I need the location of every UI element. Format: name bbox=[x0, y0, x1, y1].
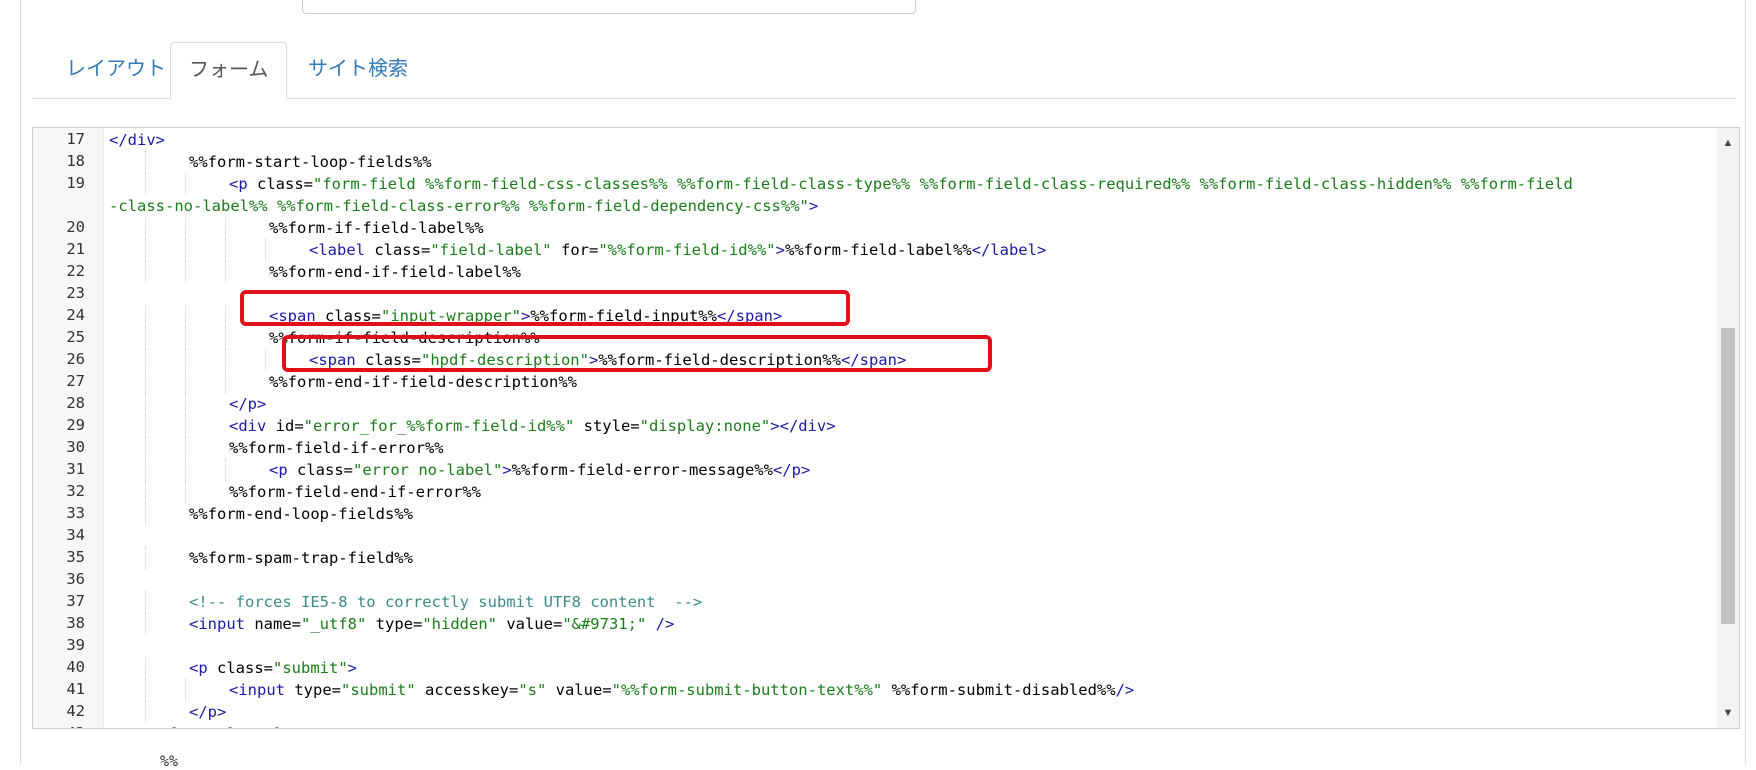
line-number: 22 bbox=[66, 262, 85, 280]
line-number: 37 bbox=[66, 592, 85, 610]
code-line: <input name="_utf8" type="hidden" value=… bbox=[189, 615, 675, 633]
code-line: %%form-end-if-field-label%% bbox=[269, 263, 521, 281]
line-number: 29 bbox=[66, 416, 85, 434]
tab-bar: レイアウト フォーム サイト検索 bbox=[32, 42, 1736, 99]
tab-site-search[interactable]: サイト検索 bbox=[290, 42, 426, 98]
line-number: 18 bbox=[66, 152, 85, 170]
code-line: <label class="field-label" for="%%form-f… bbox=[309, 241, 1047, 259]
line-number: 26 bbox=[66, 350, 85, 368]
code-line: %%form-after-form-content%% bbox=[109, 723, 401, 728]
code-line: <p class="error no-label">%%form-field-e… bbox=[269, 461, 811, 479]
line-number: 23 bbox=[66, 284, 85, 302]
line-number: 38 bbox=[66, 614, 85, 632]
code-area[interactable]: </div> %%form-start-loop-fields%% <p class… bbox=[103, 128, 1709, 728]
line-number: 20 bbox=[66, 218, 85, 236]
code-editor[interactable]: 17 18 19 20 21 22 23 24 25 26 27 28 29 30 31 32 33 34 35 36… bbox=[32, 127, 1740, 729]
code-line: -class-no-label%% %%form-field-class-err… bbox=[109, 197, 819, 215]
tab-layout[interactable]: レイアウト bbox=[48, 42, 184, 98]
line-number: 28 bbox=[66, 394, 85, 412]
line-number: 17 bbox=[66, 130, 85, 148]
line-number: 40 bbox=[66, 658, 85, 676]
line-number: 27 bbox=[66, 372, 85, 390]
scroll-down-arrow-icon[interactable]: ▼ bbox=[1717, 702, 1739, 724]
line-number: 24 bbox=[66, 306, 85, 324]
vertical-scrollbar[interactable]: ▲ ▼ bbox=[1717, 128, 1739, 728]
tab-form[interactable]: フォーム bbox=[170, 42, 288, 99]
line-number: 31 bbox=[66, 460, 85, 478]
code-line: </div> bbox=[109, 131, 166, 149]
code-line: <p class="submit"> bbox=[189, 659, 357, 677]
highlight-box-input-wrapper bbox=[240, 290, 850, 326]
code-line: </p> bbox=[229, 395, 267, 413]
code-line: <div id="error_for_%%form-field-id%%" st… bbox=[229, 417, 836, 435]
line-number: 33 bbox=[66, 504, 85, 522]
scrollbar-thumb[interactable] bbox=[1721, 328, 1735, 624]
below-editor-text: %% bbox=[160, 752, 179, 770]
code-line: %%form-if-field-label%% bbox=[269, 219, 484, 237]
line-number: 34 bbox=[66, 526, 85, 544]
line-number: 42 bbox=[66, 702, 85, 720]
code-line: %%form-start-loop-fields%% bbox=[189, 153, 432, 171]
code-line: %%form-field-end-if-error%% bbox=[229, 483, 481, 501]
line-number: 19 bbox=[66, 174, 85, 192]
code-line: %%form-spam-trap-field%% bbox=[189, 549, 413, 567]
line-number-gutter: 17 18 19 20 21 22 23 24 25 26 27 28 29 30 31 32 33 34 35 36… bbox=[33, 128, 104, 728]
line-number: 32 bbox=[66, 482, 85, 500]
line-number: 21 bbox=[66, 240, 85, 258]
line-number: 43 bbox=[66, 724, 85, 728]
line-number: 41 bbox=[66, 680, 85, 698]
line-number: 35 bbox=[66, 548, 85, 566]
line-number: 36 bbox=[66, 570, 85, 588]
line-number: 25 bbox=[66, 328, 85, 346]
code-line: %%form-end-if-field-description%% bbox=[269, 373, 577, 391]
code-line: </p> bbox=[189, 703, 227, 721]
line-number: 30 bbox=[66, 438, 85, 456]
scroll-up-arrow-icon[interactable]: ▲ bbox=[1717, 132, 1739, 154]
highlight-box-description bbox=[282, 335, 992, 372]
code-line: <p class="form-field %%form-field-css-cl… bbox=[229, 175, 1573, 193]
code-line: %%form-end-loop-fields%% bbox=[189, 505, 413, 523]
line-number: 39 bbox=[66, 636, 85, 654]
code-line: <input type="submit" accesskey="s" value… bbox=[229, 681, 1135, 699]
code-line: %%form-field-if-error%% bbox=[229, 439, 444, 457]
top-text-input[interactable] bbox=[302, 0, 916, 14]
code-line: <!-- forces IE5-8 to correctly submit UT… bbox=[189, 593, 703, 611]
